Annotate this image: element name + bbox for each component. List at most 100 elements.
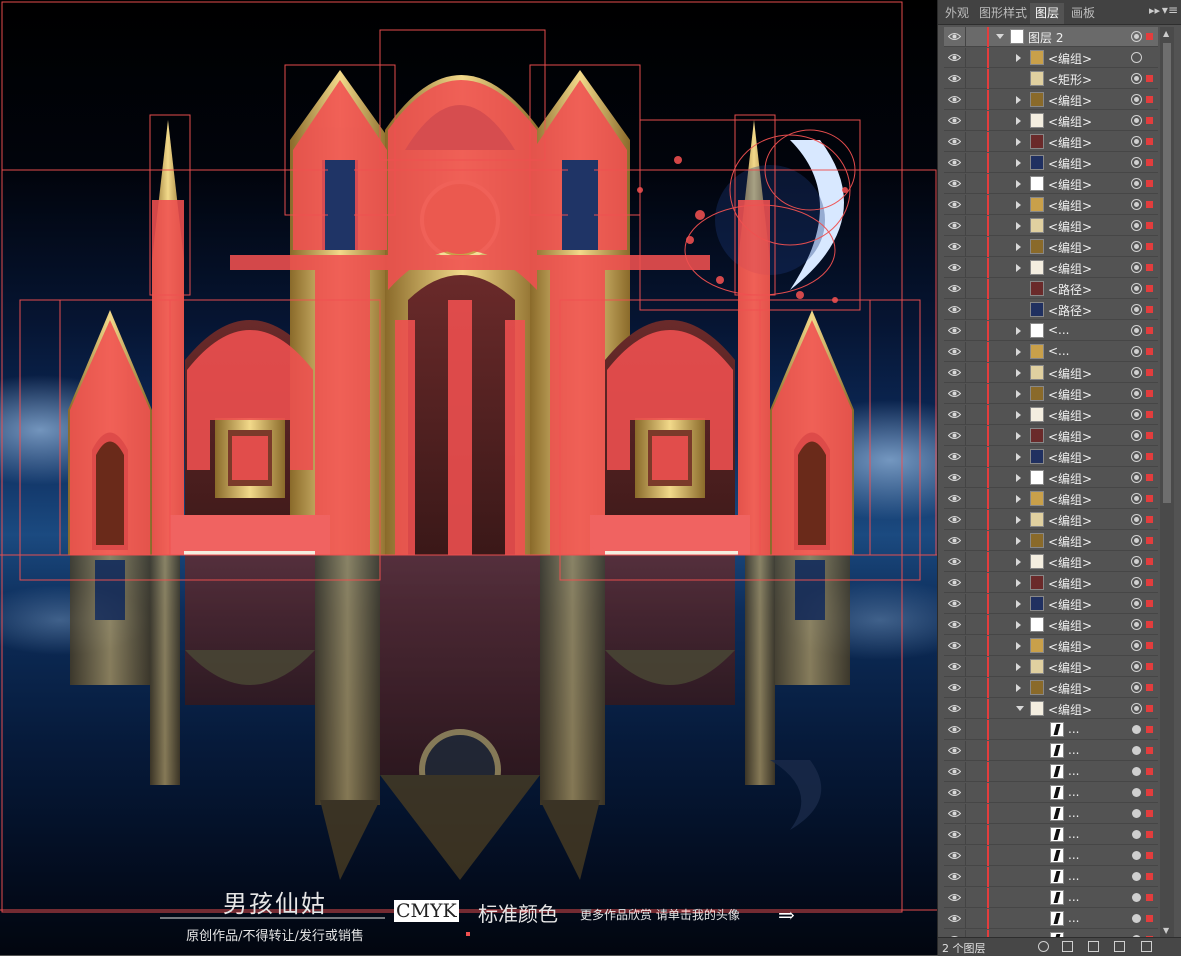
layer-row[interactable]: <编组> [944, 426, 1158, 446]
expand-triangle-closed-icon[interactable] [1016, 663, 1021, 671]
visibility-eye-icon[interactable] [948, 179, 961, 188]
selection-indicator[interactable] [1146, 663, 1153, 670]
lock-toggle[interactable] [965, 552, 988, 572]
selection-indicator[interactable] [1146, 915, 1153, 922]
selection-indicator[interactable] [1146, 327, 1153, 334]
layer-row[interactable]: <路径> [944, 279, 1158, 299]
expand-triangle-closed-icon[interactable] [1016, 159, 1021, 167]
layer-name[interactable]: <编组> [1048, 365, 1092, 382]
target-appearance-icon[interactable] [1131, 94, 1142, 105]
visibility-eye-icon[interactable] [948, 746, 961, 755]
lock-toggle[interactable] [965, 258, 988, 278]
expand-triangle-closed-icon[interactable] [1016, 117, 1021, 125]
target-appearance-icon[interactable] [1131, 535, 1142, 546]
layer-name[interactable]: <... [1048, 344, 1070, 358]
lock-toggle[interactable] [965, 867, 988, 887]
layer-name[interactable]: ... [1068, 785, 1079, 799]
expand-triangle-closed-icon[interactable] [1016, 390, 1021, 398]
layer-name[interactable]: <编组> [1048, 218, 1092, 235]
collapse-panel-icon[interactable]: ▸▸ [1149, 4, 1160, 17]
tab-artboards[interactable]: 画板 [1066, 3, 1100, 24]
selection-indicator[interactable] [1146, 33, 1153, 40]
selection-indicator[interactable] [1146, 180, 1153, 187]
target-appearance-icon[interactable] [1131, 514, 1142, 525]
lock-toggle[interactable] [965, 846, 988, 866]
visibility-eye-icon[interactable] [948, 305, 961, 314]
locate-object-icon[interactable] [1038, 941, 1049, 952]
layer-name[interactable]: <编组> [1048, 197, 1092, 214]
selection-indicator[interactable] [1146, 75, 1153, 82]
selection-indicator[interactable] [1146, 306, 1153, 313]
expand-triangle-closed-icon[interactable] [1016, 642, 1021, 650]
selection-indicator[interactable] [1146, 138, 1153, 145]
visibility-eye-icon[interactable] [948, 830, 961, 839]
target-appearance-icon[interactable] [1131, 262, 1142, 273]
lock-toggle[interactable] [965, 384, 988, 404]
visibility-eye-icon[interactable] [948, 32, 961, 41]
selection-indicator[interactable] [1146, 201, 1153, 208]
layer-name[interactable]: <矩形> [1048, 71, 1092, 88]
target-appearance-icon[interactable] [1131, 493, 1142, 504]
layer-list-scrollbar[interactable]: ▲ ▼ [1160, 27, 1174, 937]
layer-name[interactable]: ... [1068, 806, 1079, 820]
visibility-eye-icon[interactable] [948, 851, 961, 860]
selection-indicator[interactable] [1146, 516, 1153, 523]
layer-name[interactable]: <编组> [1048, 554, 1092, 571]
target-appearance-icon[interactable] [1131, 619, 1142, 630]
lock-toggle[interactable] [965, 216, 988, 236]
layer-name[interactable]: <编组> [1048, 155, 1092, 172]
target-appearance-icon[interactable] [1131, 703, 1142, 714]
target-appearance-icon[interactable] [1131, 241, 1142, 252]
layer-row[interactable]: ... [944, 804, 1158, 824]
layer-row[interactable]: <编组> [944, 195, 1158, 215]
target-appearance-icon[interactable] [1131, 661, 1142, 672]
selection-indicator[interactable] [1146, 579, 1153, 586]
target-appearance-icon[interactable] [1131, 157, 1142, 168]
expand-triangle-closed-icon[interactable] [1016, 138, 1021, 146]
lock-toggle[interactable] [965, 447, 988, 467]
visibility-eye-icon[interactable] [948, 221, 961, 230]
create-new-layer-icon[interactable] [1114, 941, 1125, 952]
target-appearance-icon[interactable] [1131, 136, 1142, 147]
lock-toggle[interactable] [965, 27, 988, 47]
target-appearance-icon[interactable] [1131, 451, 1142, 462]
layer-row[interactable]: <编组> [944, 132, 1158, 152]
visibility-eye-icon[interactable] [948, 893, 961, 902]
layer-name[interactable]: <编组> [1048, 659, 1092, 676]
layer-list[interactable]: 图层 2 <编组> <矩形> <编组> <编组> <编组> <编组> <编组> <编组> <编组>… [944, 27, 1158, 937]
visibility-eye-icon[interactable] [948, 662, 961, 671]
target-appearance-icon[interactable] [1131, 577, 1142, 588]
layer-name[interactable]: ... [1068, 722, 1079, 736]
expand-triangle-closed-icon[interactable] [1016, 201, 1021, 209]
layer-name[interactable]: ... [1068, 827, 1079, 841]
layer-row[interactable]: <编组> [944, 111, 1158, 131]
target-appearance-icon[interactable] [1132, 893, 1141, 902]
selection-indicator[interactable] [1146, 852, 1153, 859]
visibility-eye-icon[interactable] [948, 452, 961, 461]
layer-row[interactable]: <... [944, 321, 1158, 341]
layer-name[interactable]: <编组> [1048, 533, 1092, 550]
lock-toggle[interactable] [965, 594, 988, 614]
selection-indicator[interactable] [1146, 768, 1153, 775]
layer-row[interactable]: <编组> [944, 447, 1158, 467]
target-appearance-icon[interactable] [1131, 388, 1142, 399]
layer-name[interactable]: 图层 2 [1028, 29, 1063, 46]
lock-toggle[interactable] [965, 174, 988, 194]
target-appearance-icon[interactable] [1132, 809, 1141, 818]
visibility-eye-icon[interactable] [948, 431, 961, 440]
layer-name[interactable]: <编组> [1048, 260, 1092, 277]
selection-indicator[interactable] [1146, 369, 1153, 376]
target-appearance-icon[interactable] [1131, 304, 1142, 315]
target-appearance-icon[interactable] [1131, 430, 1142, 441]
layer-name[interactable]: ... [1068, 890, 1079, 904]
layer-row[interactable]: ... [944, 762, 1158, 782]
selection-indicator[interactable] [1146, 621, 1153, 628]
layer-row[interactable]: ... [944, 720, 1158, 740]
lock-toggle[interactable] [965, 300, 988, 320]
tab-appearance[interactable]: 外观 [940, 3, 974, 24]
expand-triangle-closed-icon[interactable] [1016, 54, 1021, 62]
create-sublayer-icon[interactable] [1088, 941, 1099, 952]
expand-triangle-closed-icon[interactable] [1016, 474, 1021, 482]
visibility-eye-icon[interactable] [948, 389, 961, 398]
expand-triangle-open-icon[interactable] [996, 34, 1004, 39]
